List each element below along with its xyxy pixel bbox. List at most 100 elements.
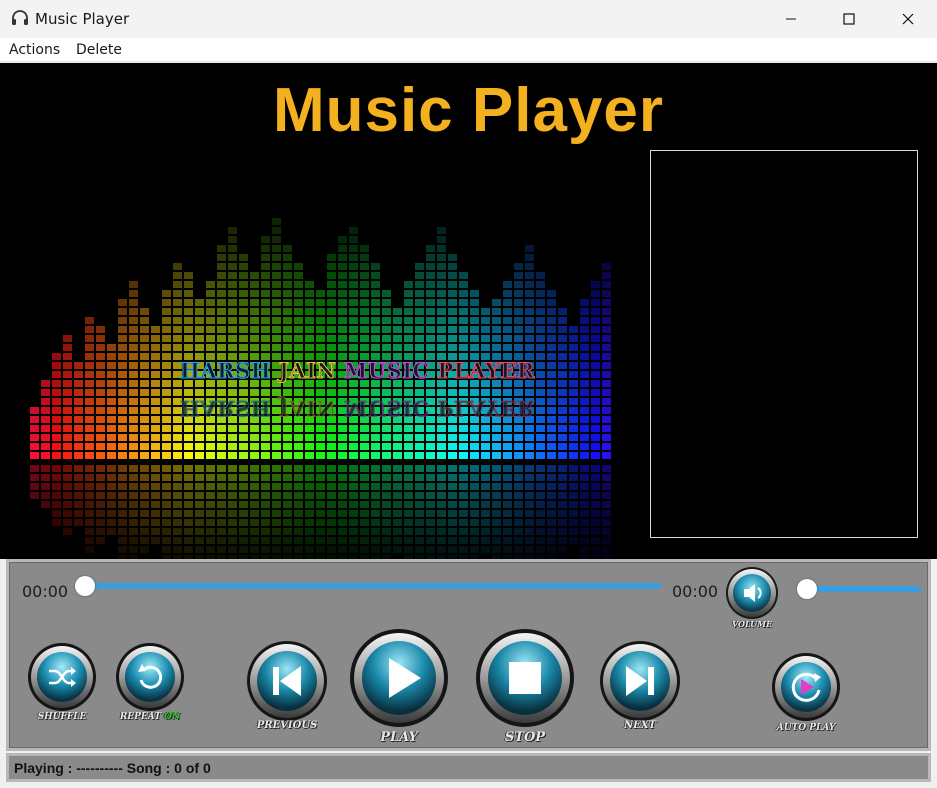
equalizer-segment <box>382 443 391 450</box>
equalizer-segment <box>459 344 468 351</box>
close-button[interactable] <box>879 0 937 38</box>
equalizer-reflection-segment <box>393 537 402 544</box>
equalizer-segment <box>118 452 127 459</box>
equalizer-segment <box>525 263 534 270</box>
equalizer-segment <box>371 308 380 315</box>
equalizer-segment <box>129 326 138 333</box>
equalizer-segment <box>272 272 281 279</box>
equalizer-segment <box>272 389 281 396</box>
equalizer-segment <box>129 281 138 288</box>
equalizer-reflection-segment <box>217 492 226 499</box>
equalizer-segment <box>437 245 446 252</box>
total-time: 00:00 <box>672 582 719 601</box>
volume-slider[interactable] <box>799 586 921 592</box>
equalizer-segment <box>470 434 479 441</box>
equalizer-segment <box>415 317 424 324</box>
equalizer-reflection-segment <box>96 510 105 517</box>
equalizer-segment <box>283 317 292 324</box>
equalizer-segment <box>459 335 468 342</box>
equalizer-reflection-segment <box>52 519 61 526</box>
equalizer-reflection-segment <box>140 501 149 508</box>
equalizer-reflection-segment <box>206 483 215 490</box>
equalizer-segment <box>371 452 380 459</box>
equalizer-segment <box>404 425 413 432</box>
previous-button[interactable] <box>246 640 328 722</box>
previous-icon <box>247 641 327 721</box>
equalizer-segment <box>470 299 479 306</box>
equalizer-reflection-segment <box>217 519 226 526</box>
equalizer-segment <box>239 389 248 396</box>
equalizer-segment <box>140 407 149 414</box>
equalizer-reflection-segment <box>382 492 391 499</box>
seek-bar[interactable] <box>85 583 661 589</box>
equalizer-reflection-segment <box>173 474 182 481</box>
equalizer-reflection-segment <box>481 510 490 517</box>
equalizer-reflection-segment <box>371 465 380 472</box>
equalizer-segment <box>569 416 578 423</box>
equalizer-segment <box>580 380 589 387</box>
equalizer-segment <box>448 344 457 351</box>
minimize-button[interactable] <box>762 0 820 38</box>
equalizer-segment <box>217 326 226 333</box>
equalizer-reflection-segment <box>591 528 600 535</box>
equalizer-reflection-segment <box>52 465 61 472</box>
equalizer-segment <box>415 263 424 270</box>
seek-knob[interactable] <box>75 576 95 596</box>
equalizer-reflection-segment <box>360 483 369 490</box>
equalizer-segment <box>206 425 215 432</box>
equalizer-segment <box>371 389 380 396</box>
auto-play-button[interactable] <box>771 652 841 722</box>
menu-delete[interactable]: Delete <box>76 42 122 58</box>
status-text: Playing : ---------- Song : 0 of 0 <box>14 760 211 776</box>
repeat-state: ON <box>164 712 181 722</box>
equalizer-reflection-segment <box>382 528 391 535</box>
equalizer-reflection-segment <box>239 510 248 517</box>
equalizer-segment <box>525 272 534 279</box>
menu-actions[interactable]: Actions <box>9 42 60 58</box>
equalizer-reflection-segment <box>349 474 358 481</box>
equalizer-segment <box>338 245 347 252</box>
equalizer-reflection-segment <box>173 519 182 526</box>
equalizer-reflection-segment <box>63 528 72 535</box>
repeat-button[interactable] <box>115 642 185 712</box>
equalizer-segment <box>415 443 424 450</box>
equalizer-segment <box>129 407 138 414</box>
equalizer-segment <box>41 434 50 441</box>
equalizer-segment <box>602 398 611 405</box>
equalizer-segment <box>503 389 512 396</box>
shuffle-button[interactable] <box>27 642 97 712</box>
equalizer-segment <box>536 452 545 459</box>
equalizer-segment <box>272 254 281 261</box>
equalizer-segment <box>349 434 358 441</box>
equalizer-segment <box>305 281 314 288</box>
equalizer-segment <box>140 335 149 342</box>
equalizer-segment <box>448 290 457 297</box>
play-button[interactable] <box>349 628 449 728</box>
equalizer-reflection-segment <box>85 501 94 508</box>
equalizer-reflection-segment <box>327 501 336 508</box>
equalizer-reflection-segment <box>558 510 567 517</box>
equalizer-reflection-segment <box>217 465 226 472</box>
equalizer-reflection-segment <box>63 483 72 490</box>
equalizer-reflection-segment <box>107 501 116 508</box>
volume-knob[interactable] <box>797 579 817 599</box>
equalizer-segment <box>206 335 215 342</box>
equalizer-segment <box>239 263 248 270</box>
equalizer-reflection-segment <box>459 528 468 535</box>
equalizer-segment <box>151 416 160 423</box>
equalizer-reflection-segment <box>404 492 413 499</box>
stop-button[interactable] <box>475 628 575 728</box>
maximize-button[interactable] <box>820 0 878 38</box>
equalizer-segment <box>327 344 336 351</box>
equalizer-segment <box>283 326 292 333</box>
equalizer-segment <box>118 398 127 405</box>
volume-button[interactable] <box>725 566 779 620</box>
equalizer-segment <box>470 425 479 432</box>
equalizer-segment <box>591 389 600 396</box>
next-button[interactable] <box>599 640 681 722</box>
equalizer-reflection-segment <box>206 519 215 526</box>
equalizer-segment <box>272 317 281 324</box>
equalizer-segment <box>250 272 259 279</box>
equalizer-segment <box>41 389 50 396</box>
equalizer-reflection-segment <box>272 501 281 508</box>
